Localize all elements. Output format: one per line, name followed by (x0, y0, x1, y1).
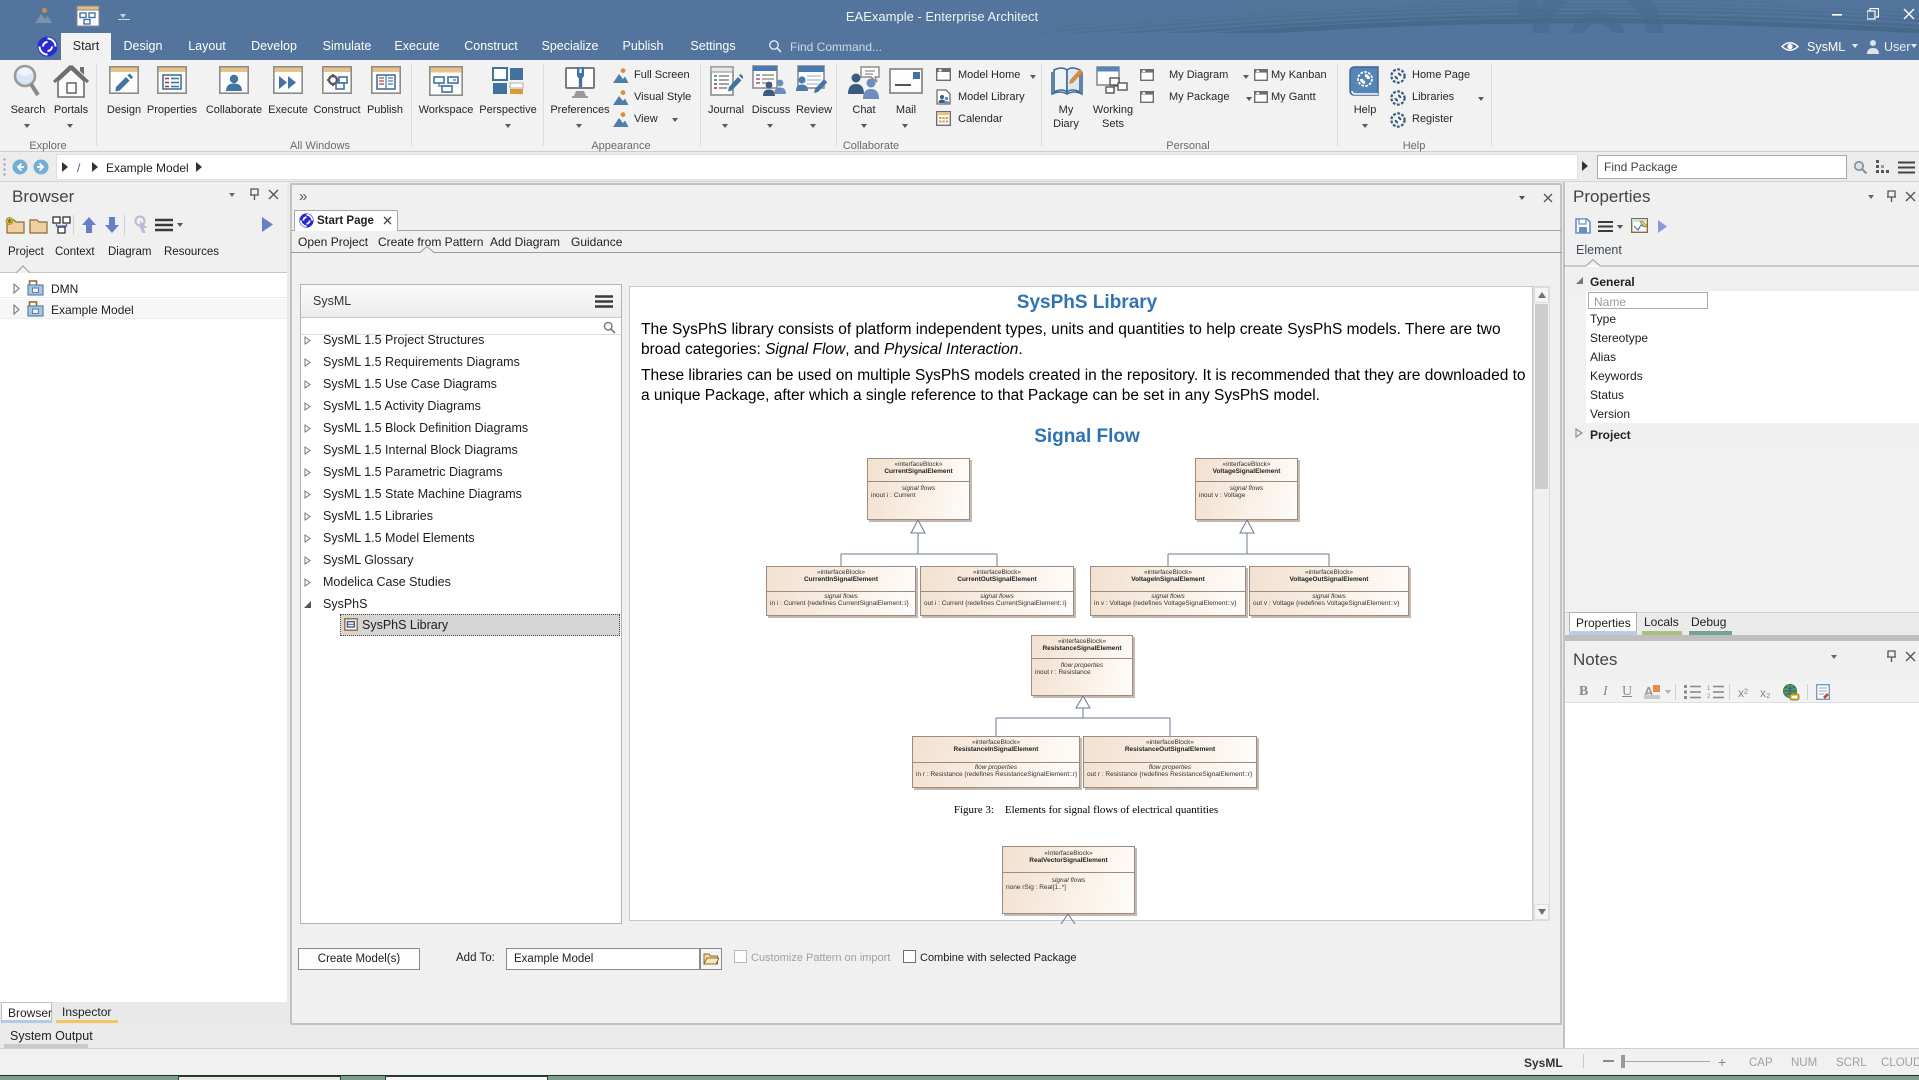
svg-text:1: 1 (1707, 686, 1711, 692)
svg-text:2: 2 (1707, 694, 1711, 699)
